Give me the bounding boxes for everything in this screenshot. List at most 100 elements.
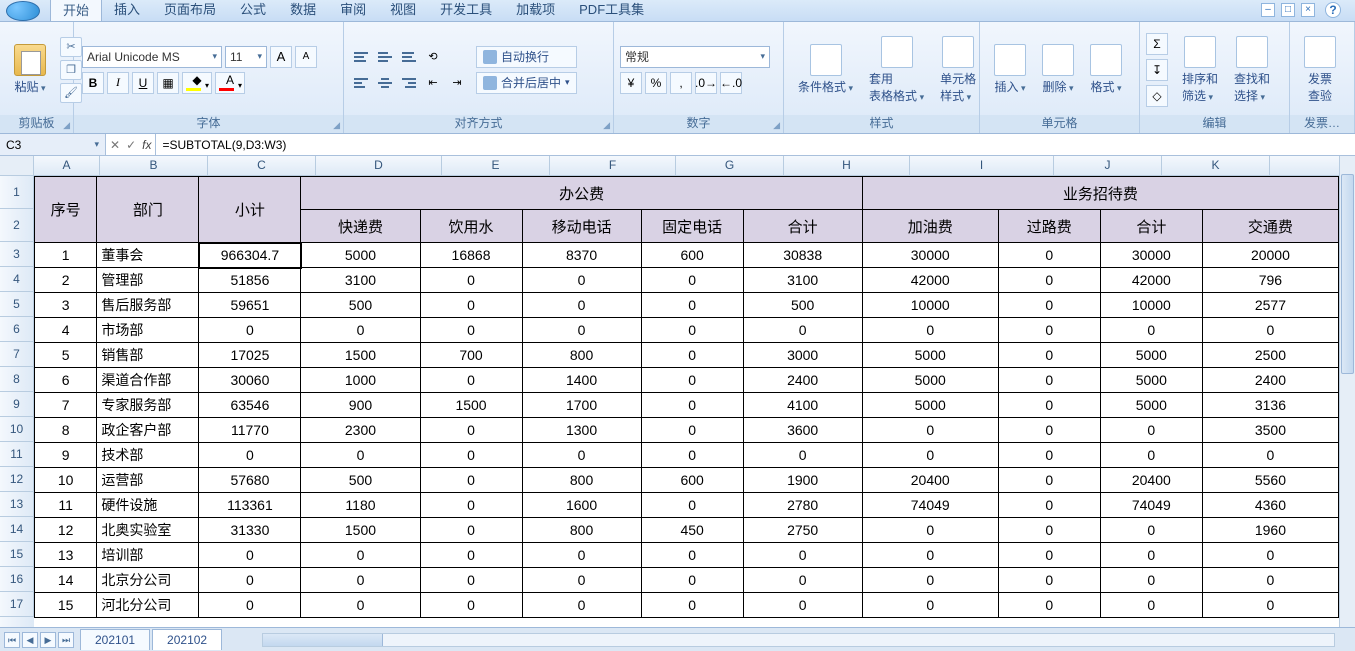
row-header[interactable]: 11: [0, 442, 34, 467]
col-header[interactable]: B: [100, 156, 208, 176]
cell[interactable]: 0: [301, 443, 420, 468]
cell[interactable]: 北奥实验室: [97, 518, 199, 543]
cell[interactable]: 0: [1100, 518, 1202, 543]
underline-button[interactable]: U: [132, 72, 154, 94]
col-header[interactable]: H: [784, 156, 910, 176]
comma-button[interactable]: ,: [670, 72, 692, 94]
cell[interactable]: 1000: [301, 368, 420, 393]
cell[interactable]: 0: [998, 368, 1100, 393]
find-select-button[interactable]: 查找和 选择: [1226, 34, 1278, 106]
cell[interactable]: 0: [301, 593, 420, 618]
row-header[interactable]: 15: [0, 542, 34, 567]
menu-tab-9[interactable]: PDF工具集: [567, 0, 656, 21]
percent-button[interactable]: %: [645, 72, 667, 94]
cell[interactable]: 合计: [743, 210, 862, 243]
cell[interactable]: 1600: [522, 493, 641, 518]
decrease-font-button[interactable]: A: [295, 46, 317, 68]
cell[interactable]: 0: [998, 493, 1100, 518]
cell[interactable]: 800: [522, 518, 641, 543]
cell[interactable]: 1700: [522, 393, 641, 418]
cell[interactable]: 0: [301, 543, 420, 568]
col-header[interactable]: K: [1162, 156, 1270, 176]
cell[interactable]: 0: [998, 293, 1100, 318]
row-header[interactable]: 16: [0, 567, 34, 592]
cell[interactable]: 14: [35, 568, 97, 593]
cell[interactable]: 1960: [1202, 518, 1338, 543]
col-header[interactable]: C: [208, 156, 316, 176]
cell[interactable]: 800: [522, 468, 641, 493]
cell[interactable]: 1500: [420, 393, 522, 418]
cell[interactable]: 3000: [743, 343, 862, 368]
cell[interactable]: 2500: [1202, 343, 1338, 368]
menu-tab-3[interactable]: 公式: [228, 0, 278, 21]
align-top-button[interactable]: [350, 46, 372, 68]
cell[interactable]: 0: [1100, 443, 1202, 468]
window-close-icon[interactable]: ×: [1301, 3, 1315, 17]
cell[interactable]: 0: [522, 318, 641, 343]
conditional-format-button[interactable]: 条件格式: [790, 34, 861, 106]
cell[interactable]: 2400: [743, 368, 862, 393]
cell[interactable]: 运营部: [97, 468, 199, 493]
cell[interactable]: 0: [998, 393, 1100, 418]
cell[interactable]: 900: [301, 393, 420, 418]
cell[interactable]: 31330: [199, 518, 301, 543]
cell[interactable]: 技术部: [97, 443, 199, 468]
cell[interactable]: 售后服务部: [97, 293, 199, 318]
cell[interactable]: 过路费: [998, 210, 1100, 243]
cell[interactable]: 业务招待费: [862, 177, 1338, 210]
cell[interactable]: 0: [998, 593, 1100, 618]
cell[interactable]: 3500: [1202, 418, 1338, 443]
cell[interactable]: 0: [998, 418, 1100, 443]
cell[interactable]: 2577: [1202, 293, 1338, 318]
cell[interactable]: 销售部: [97, 343, 199, 368]
cell[interactable]: 0: [420, 568, 522, 593]
cell[interactable]: 3100: [301, 268, 420, 293]
cell[interactable]: 600: [641, 243, 743, 268]
cell[interactable]: 3600: [743, 418, 862, 443]
cell[interactable]: 0: [641, 443, 743, 468]
increase-font-button[interactable]: A: [270, 46, 292, 68]
bold-button[interactable]: B: [82, 72, 104, 94]
sheet-nav-first[interactable]: ⏮: [4, 632, 20, 648]
cell[interactable]: 0: [522, 443, 641, 468]
cell[interactable]: 5560: [1202, 468, 1338, 493]
cell[interactable]: 5000: [862, 368, 998, 393]
app-button[interactable]: [6, 1, 40, 21]
cell[interactable]: 移动电话: [522, 210, 641, 243]
orientation-button[interactable]: ⟲: [422, 46, 444, 68]
font-color-button[interactable]: A▾: [215, 72, 245, 94]
cell[interactable]: 4100: [743, 393, 862, 418]
cell[interactable]: 0: [420, 518, 522, 543]
cell[interactable]: 1500: [301, 518, 420, 543]
format-cells-button[interactable]: 格式: [1082, 34, 1130, 106]
cell[interactable]: 63546: [199, 393, 301, 418]
cell[interactable]: 0: [522, 543, 641, 568]
cell[interactable]: 9: [35, 443, 97, 468]
cell[interactable]: 0: [641, 543, 743, 568]
col-header[interactable]: J: [1054, 156, 1162, 176]
cell[interactable]: 51856: [199, 268, 301, 293]
cell[interactable]: 10: [35, 468, 97, 493]
cell[interactable]: 办公费: [301, 177, 862, 210]
sheet-tab[interactable]: 202102: [152, 629, 222, 650]
cell[interactable]: 0: [1100, 568, 1202, 593]
cell[interactable]: 0: [641, 368, 743, 393]
row-header[interactable]: 10: [0, 417, 34, 442]
cell[interactable]: 600: [641, 468, 743, 493]
cell[interactable]: 74049: [862, 493, 998, 518]
row-header[interactable]: 1: [0, 176, 34, 209]
cell[interactable]: 硬件设施: [97, 493, 199, 518]
cell[interactable]: 5000: [862, 343, 998, 368]
select-all-corner[interactable]: [0, 156, 34, 176]
cell[interactable]: 20000: [1202, 243, 1338, 268]
cell[interactable]: 5000: [862, 393, 998, 418]
cell[interactable]: 0: [641, 318, 743, 343]
formula-input[interactable]: =SUBTOTAL(9,D3:W3): [156, 134, 1355, 155]
align-left-button[interactable]: [350, 72, 372, 94]
cell[interactable]: 0: [862, 543, 998, 568]
cell[interactable]: 4: [35, 318, 97, 343]
cell[interactable]: 培训部: [97, 543, 199, 568]
cell[interactable]: 市场部: [97, 318, 199, 343]
row-header[interactable]: 13: [0, 492, 34, 517]
cell[interactable]: 0: [199, 568, 301, 593]
